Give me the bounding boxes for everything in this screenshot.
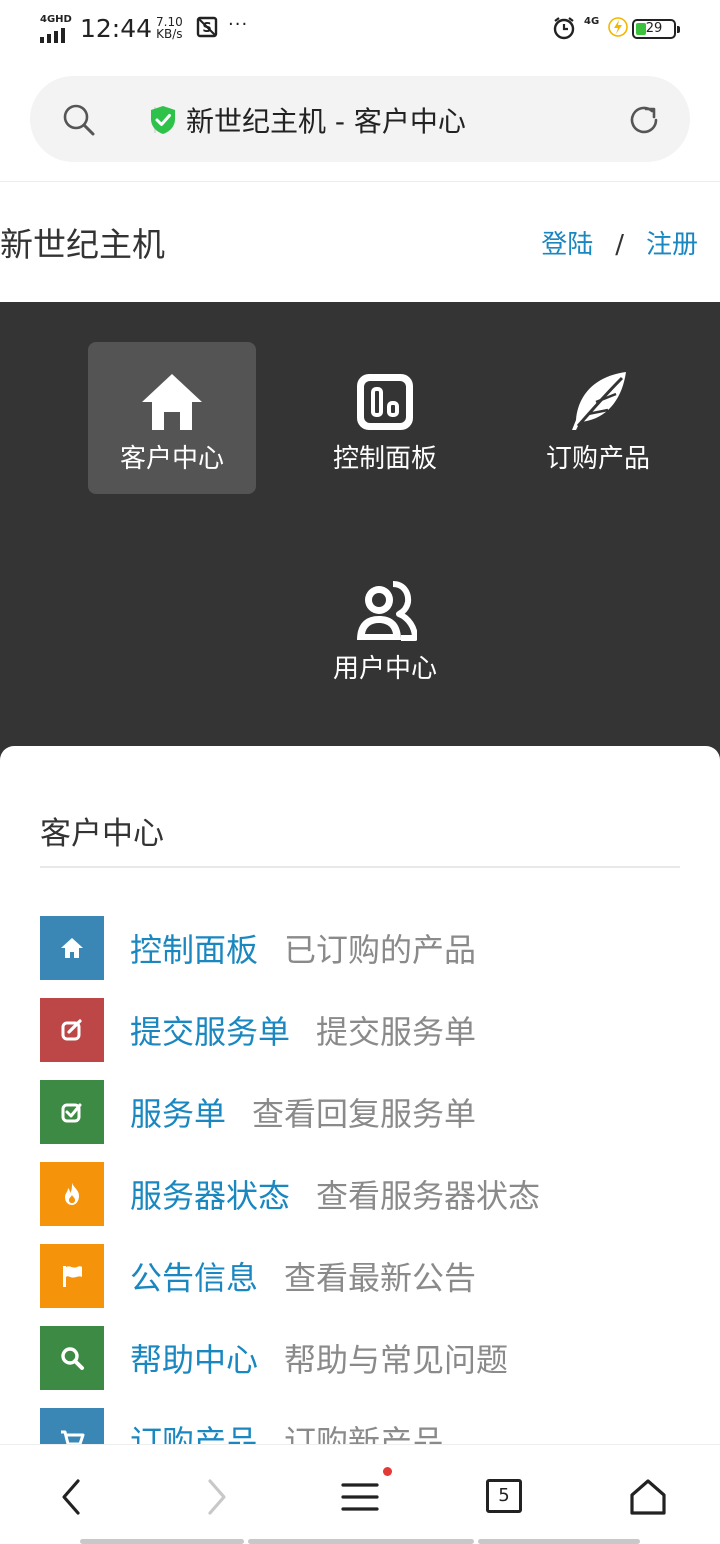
auth-separator: / (615, 230, 624, 260)
section-divider (40, 866, 680, 868)
list-item-label[interactable]: 服务器状态 (130, 1171, 290, 1217)
network-type: 4GHD (40, 14, 72, 25)
network-speed: 7.10 KB/s (156, 16, 183, 40)
list-item-help-center[interactable]: 帮助中心 帮助与常见问题 (40, 1326, 700, 1390)
secure-shield-icon (151, 106, 175, 134)
auth-links: 登陆 / 注册 (541, 224, 698, 261)
notification-icon: S (196, 16, 218, 38)
nav-item-label: 用户中心 (332, 654, 437, 684)
signal-icon (40, 28, 65, 43)
more-notifications: ··· (228, 14, 249, 35)
home-icon (40, 916, 104, 980)
alarm-icon (553, 17, 575, 40)
register-link[interactable]: 注册 (646, 230, 698, 260)
users-icon (357, 581, 417, 641)
browser-screen: 4GHD 12:44 7.10 KB/s S ··· 4G 29 新世纪主机 -… (0, 0, 720, 1544)
back-icon[interactable] (52, 1477, 92, 1517)
list-item-control-panel[interactable]: 控制面板 已订购的产品 (40, 916, 700, 980)
search-icon (40, 1326, 104, 1390)
list-item-server-status[interactable]: 服务器状态 查看服务器状态 (40, 1162, 700, 1226)
main-nav: 客户中心 控制面板 订购产品 用户中心 (0, 302, 720, 772)
reload-icon[interactable] (626, 102, 662, 138)
list-item-label[interactable]: 帮助中心 (130, 1335, 258, 1381)
nav-item-customer-center[interactable]: 客户中心 (88, 342, 256, 494)
search-icon[interactable] (62, 103, 96, 137)
gesture-bar-left (80, 1539, 244, 1544)
battery-level: 29 (645, 21, 663, 36)
network-type-secondary: 4G (584, 16, 600, 27)
check-icon (40, 1080, 104, 1144)
list-item-desc: 提交服务单 (316, 1013, 477, 1051)
home-icon[interactable] (628, 1477, 668, 1517)
forward-icon[interactable] (196, 1477, 236, 1517)
gesture-bar-center (248, 1539, 474, 1544)
list-item-desc: 查看最新公告 (284, 1259, 477, 1297)
page-title: 新世纪主机 - 客户中心 (186, 105, 466, 138)
list-item-desc: 查看回复服务单 (252, 1095, 477, 1133)
edit-icon (40, 998, 104, 1062)
tabs-button[interactable]: 5 (486, 1479, 522, 1513)
nav-item-user-center[interactable]: 用户中心 (301, 552, 469, 704)
nav-item-control-panel[interactable]: 控制面板 (301, 342, 469, 494)
nav-item-label: 控制面板 (332, 444, 437, 474)
speed-unit: KB/s (156, 27, 183, 41)
flag-icon (40, 1244, 104, 1308)
address-divider (0, 181, 720, 182)
feather-icon (572, 372, 626, 430)
site-brand[interactable]: 新世纪主机 (0, 218, 165, 266)
menu-icon[interactable] (340, 1477, 380, 1517)
section-title: 客户中心 (40, 816, 164, 852)
list-item-desc: 帮助与常见问题 (284, 1341, 509, 1379)
list-item-label[interactable]: 公告信息 (130, 1253, 258, 1299)
fire-icon (40, 1162, 104, 1226)
clock: 12:44 (80, 14, 153, 43)
list-item-tickets[interactable]: 服务单 查看回复服务单 (40, 1080, 700, 1144)
nav-item-label: 客户中心 (119, 444, 224, 474)
menu-badge-dot (383, 1467, 392, 1476)
list-item-desc: 查看服务器状态 (316, 1177, 541, 1215)
list-item-desc: 已订购的产品 (284, 931, 477, 969)
browser-toolbar: 5 (0, 1444, 720, 1544)
battery-indicator: 29 (632, 19, 680, 39)
list-item-submit-ticket[interactable]: 提交服务单 提交服务单 (40, 998, 700, 1062)
list-item-label[interactable]: 提交服务单 (130, 1007, 290, 1053)
address-bar[interactable]: 新世纪主机 - 客户中心 (30, 76, 690, 162)
charging-icon (608, 17, 628, 37)
status-bar: 4GHD 12:44 7.10 KB/s S ··· 4G 29 (0, 0, 720, 58)
login-link[interactable]: 登陆 (541, 230, 593, 260)
home-icon (142, 374, 202, 430)
nav-item-order-products[interactable]: 订购产品 (514, 342, 682, 494)
customer-center-card: 客户中心 控制面板 已订购的产品 提交服务单 提交服务单 服务单 查看回复服务单 (0, 746, 720, 1472)
list-item-announcements[interactable]: 公告信息 查看最新公告 (40, 1244, 700, 1308)
list-item-label[interactable]: 服务单 (130, 1089, 226, 1135)
gesture-bar-right (478, 1539, 640, 1544)
nav-item-label: 订购产品 (545, 444, 650, 474)
list-item-label[interactable]: 控制面板 (130, 925, 258, 971)
dashboard-icon (357, 374, 413, 430)
